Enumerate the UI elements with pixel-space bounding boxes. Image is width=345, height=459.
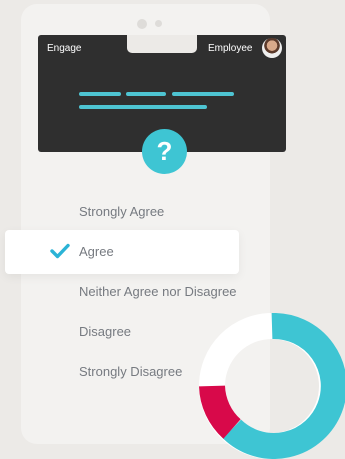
employee-avatar: [262, 38, 282, 58]
question-mark-icon: ?: [142, 129, 187, 174]
text-placeholder-bar: [126, 92, 166, 96]
employee-label: Employee: [208, 43, 253, 54]
option-agree-label: Agree: [79, 244, 114, 259]
option-disagree[interactable]: Disagree: [79, 324, 131, 339]
engage-label: Engage: [47, 43, 82, 54]
text-placeholder-bar: [79, 105, 207, 109]
donut-segment-pink: [199, 385, 242, 439]
option-neither[interactable]: Neither Agree nor Disagree: [79, 284, 237, 299]
text-placeholder-bar: [79, 92, 121, 96]
checkmark-icon: [50, 243, 70, 259]
option-agree-selected[interactable]: Agree: [5, 230, 239, 274]
donut-graphic: [199, 313, 345, 459]
text-placeholder-bar: [172, 92, 234, 96]
camera-dot: [137, 19, 147, 29]
option-strongly-disagree[interactable]: Strongly Disagree: [79, 364, 182, 379]
option-strongly-agree[interactable]: Strongly Agree: [79, 204, 164, 219]
sensor-dot: [155, 20, 162, 27]
card-notch: [127, 35, 197, 53]
